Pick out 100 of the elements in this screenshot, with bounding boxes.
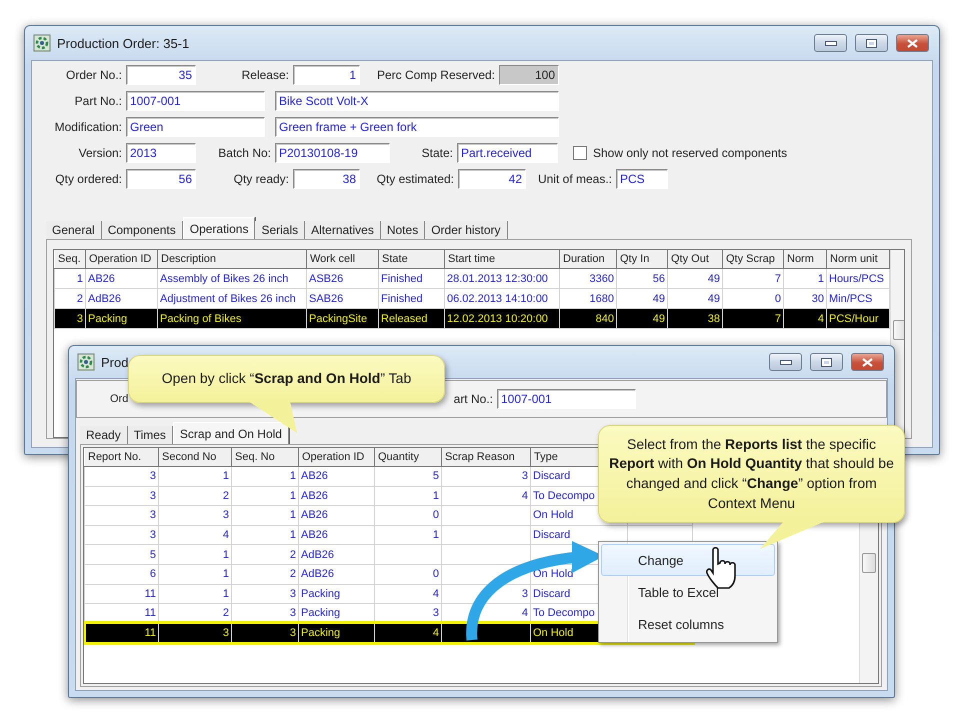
field-label: Order No.: (64, 68, 122, 82)
table-cell: 5 (84, 544, 158, 564)
column-header[interactable]: Duration (560, 250, 616, 268)
maximize-button[interactable] (810, 353, 843, 371)
table-cell: 3 (54, 308, 86, 328)
table-row[interactable]: 3 Packing Packing of Bikes PackingSite Released 12.02.2013 10:20:00 840 49 38 7 4 PCS/Hour (54, 308, 890, 328)
column-header[interactable]: Norm (784, 250, 826, 268)
input-field[interactable]: P20130108-19 (275, 143, 390, 163)
column-header[interactable]: Second No (158, 448, 232, 466)
tab[interactable]: Order history (425, 221, 508, 239)
field-label: Modification: (54, 120, 122, 134)
input-field[interactable]: 1007-001 (497, 389, 636, 409)
column-header[interactable]: Operation ID (86, 250, 158, 268)
table-cell: 0 (374, 564, 442, 584)
column-header[interactable]: Seq. No (232, 448, 298, 466)
table-cell: 4 (784, 308, 826, 328)
input-field[interactable]: Part.received (457, 143, 558, 163)
column-header[interactable]: Qty In (616, 250, 668, 268)
input-field[interactable]: PCS (616, 169, 668, 189)
field-label: art No.: (452, 392, 493, 406)
app-icon (77, 353, 95, 371)
input-field[interactable]: 1007-001 (126, 91, 265, 111)
close-button[interactable] (851, 353, 884, 371)
minimize-icon (780, 360, 792, 364)
table-cell: 1 (158, 544, 232, 564)
table-cell: Released (378, 308, 444, 328)
field-label: Qty ready: (232, 172, 289, 186)
maximize-icon (866, 38, 877, 48)
table-cell: 12.02.2013 10:20:00 (444, 308, 560, 328)
field-label: Release: (240, 68, 289, 82)
close-button[interactable] (896, 34, 929, 52)
tab[interactable]: Serials (255, 221, 306, 239)
column-header[interactable]: State (378, 250, 444, 268)
table-row[interactable]: 2 AdB26 Adjustment of Bikes 26 inch SAB26 Finished 06.02.2013 14:10:00 1680 49 49 0 30 Min/PCS (54, 288, 890, 308)
tab[interactable]: Components (102, 221, 183, 239)
maximize-icon (821, 358, 832, 366)
tab[interactable]: Times (128, 426, 173, 444)
close-icon (907, 38, 918, 48)
table-cell: 1 (158, 564, 232, 584)
tab[interactable]: Scrap and On Hold (172, 422, 289, 444)
table-cell: 38 (668, 308, 722, 328)
input-field[interactable]: Bike Scott Volt-X (275, 91, 559, 111)
table-cell: AdB26 (298, 564, 374, 584)
column-header[interactable]: Qty Scrap (722, 250, 784, 268)
table-cell: 1 (158, 466, 232, 486)
column-header[interactable]: Qty Out (668, 250, 722, 268)
table-cell: 1 (232, 506, 298, 526)
input-field[interactable]: 38 (293, 169, 360, 189)
table-row[interactable]: 3 4 1 AB26 1 Discard (84, 525, 692, 545)
tab[interactable]: General (46, 221, 102, 239)
tab[interactable]: Ready (80, 426, 128, 444)
field-label: State: (420, 146, 453, 160)
table-row[interactable]: 1 AB26 Assembly of Bikes 26 inch ASB26 Finished 28.01.2013 12:30:00 3360 56 49 7 1 Hours/PCS (54, 268, 890, 288)
callout-text: Open by click “Scrap and On Hold” Tab (162, 369, 412, 388)
maximize-button[interactable] (855, 34, 888, 52)
column-header[interactable]: Seq. (54, 250, 86, 268)
column-header[interactable]: Start time (444, 250, 560, 268)
menu-item[interactable]: Change (601, 544, 775, 576)
input-field[interactable]: 56 (126, 169, 196, 189)
tab[interactable]: Operations (182, 217, 256, 239)
table-cell: AdB26 (298, 544, 374, 564)
field-label: Batch No: (217, 146, 271, 160)
column-header[interactable]: Quantity (374, 448, 442, 466)
window-title: Production Order: 35-1 (57, 36, 190, 50)
table-cell: Packing of Bikes (158, 308, 306, 328)
table-cell: PackingSite (306, 308, 378, 328)
input-field[interactable]: 1 (293, 65, 360, 85)
field-label: Qty estimated: (376, 172, 454, 186)
minimize-button[interactable] (769, 353, 802, 371)
column-header[interactable]: Scrap Reason (442, 448, 530, 466)
field-label: Part No.: (74, 94, 122, 108)
input-field[interactable]: Green (126, 117, 265, 137)
column-header[interactable]: Norm unit (826, 250, 890, 268)
column-header[interactable]: Work cell (306, 250, 378, 268)
input-field[interactable]: 42 (458, 169, 526, 189)
column-header[interactable]: Description (158, 250, 306, 268)
tab[interactable]: Alternatives (305, 221, 381, 239)
table-cell: 49 (616, 308, 668, 328)
table-cell: Packing (298, 623, 374, 643)
callout-tail (758, 521, 828, 551)
minimize-icon (824, 40, 836, 46)
checkbox[interactable] (573, 146, 587, 160)
field-label: Perc Comp Reserved: (376, 68, 495, 82)
app-icon (33, 34, 51, 52)
tab[interactable]: Notes (380, 221, 426, 239)
table-cell: Packing (86, 308, 158, 328)
field-label: Version: (78, 146, 122, 160)
window-title: Prod (101, 354, 130, 370)
table-cell: 5 (374, 466, 442, 486)
column-header[interactable]: Report No. (84, 448, 158, 466)
input-field[interactable]: 35 (126, 65, 196, 85)
minimize-button[interactable] (814, 34, 847, 52)
table-cell: AB26 (298, 506, 374, 526)
table-cell: 6 (84, 564, 158, 584)
field-label: Unit of meas.: (536, 172, 612, 186)
table-cell: 840 (560, 308, 616, 328)
table-cell: 2 (232, 544, 298, 564)
input-field[interactable]: 2013 (126, 143, 196, 163)
column-header[interactable]: Operation ID (298, 448, 374, 466)
input-field[interactable]: Green frame + Green fork (275, 117, 559, 137)
